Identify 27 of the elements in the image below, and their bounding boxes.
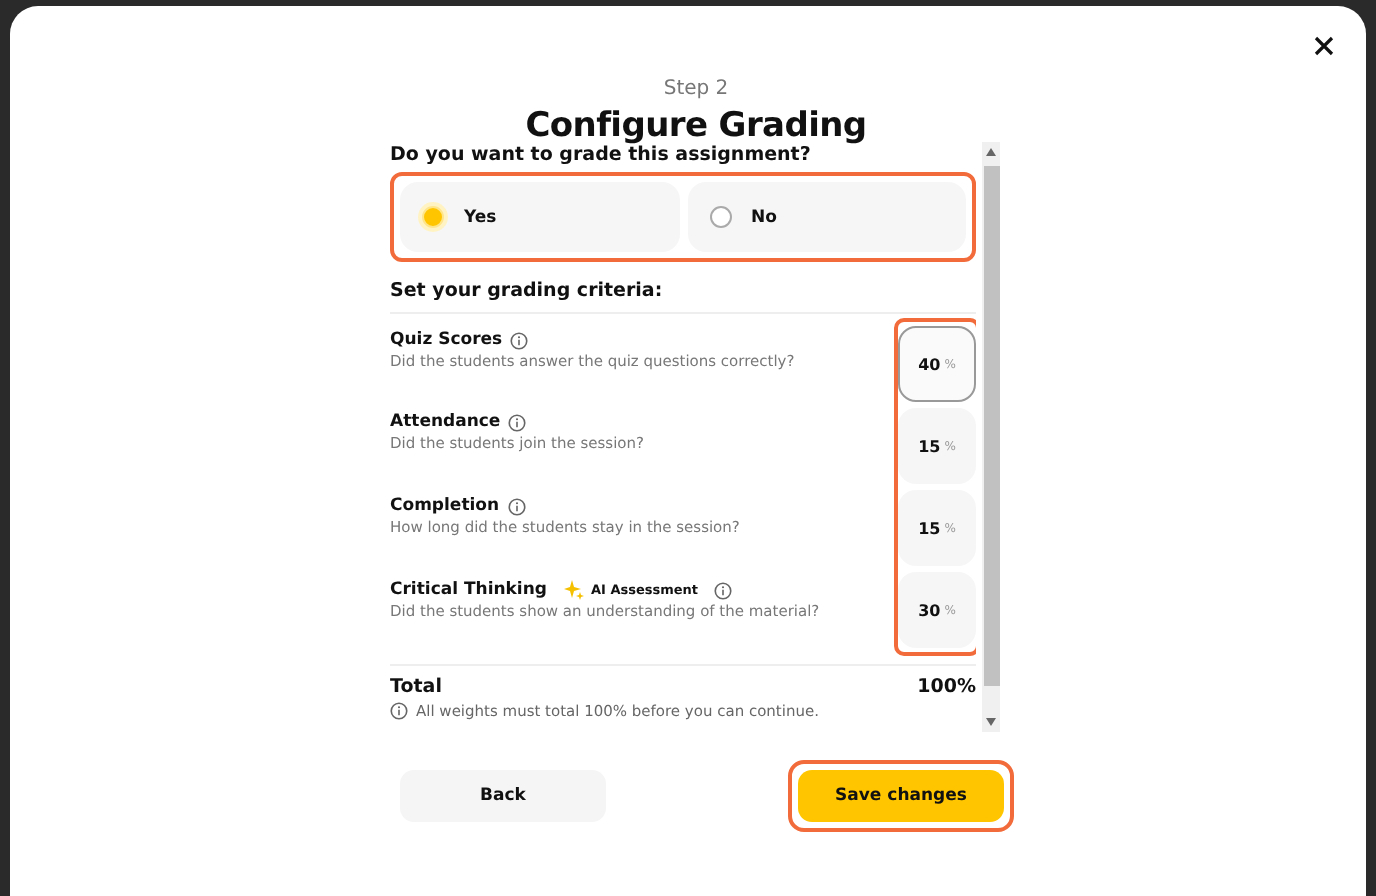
radio-option[interactable]: Yes	[400, 182, 679, 252]
criterion-name: Quiz Scores	[390, 330, 503, 350]
info-icon[interactable]	[510, 331, 529, 349]
save-button[interactable]: Save changes	[798, 770, 1004, 822]
total-label: Total	[390, 676, 442, 698]
sparkle-icon	[564, 580, 585, 600]
total-value: 100%	[917, 676, 976, 698]
scroll-up-icon[interactable]	[986, 148, 996, 156]
question-label: Do you want to grade this assignment?	[390, 144, 813, 166]
option-label: Yes	[464, 207, 497, 227]
criterion-name: Completion	[390, 496, 500, 516]
info-icon[interactable]	[508, 413, 527, 431]
info-icon[interactable]	[714, 581, 733, 599]
dialog-title: Configure Grading	[523, 106, 869, 146]
info-icon[interactable]	[507, 497, 526, 515]
radio-option[interactable]: No	[687, 182, 966, 252]
section-heading: Set your grading criteria:	[390, 280, 976, 314]
radio-button[interactable]	[709, 206, 731, 228]
criterion-name: Attendance	[390, 412, 501, 432]
scroll-down-icon[interactable]	[986, 718, 996, 726]
step-label: Step 2	[661, 78, 731, 100]
close-icon[interactable]	[1314, 36, 1334, 56]
option-label: No	[751, 207, 777, 227]
scrollbar[interactable]	[982, 142, 1000, 732]
criterion-name: Critical Thinking	[390, 580, 547, 600]
info-icon	[390, 702, 408, 720]
back-button[interactable]: Back	[400, 770, 606, 822]
